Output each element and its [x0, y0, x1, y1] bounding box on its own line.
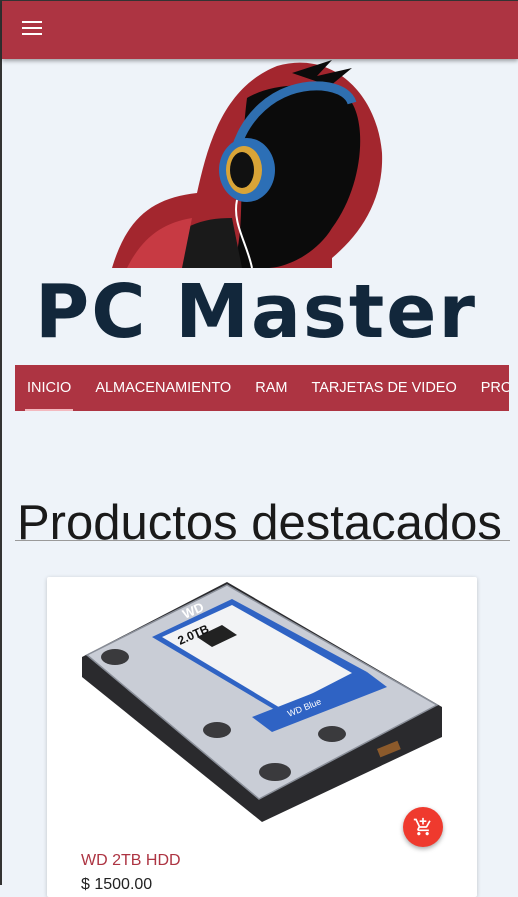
nav-tab-tarjetas-de-video[interactable]: TARJETAS DE VIDEO: [299, 365, 468, 411]
brand-name: PC Master: [35, 269, 477, 355]
add-shopping-cart-icon: [413, 817, 431, 836]
menu-icon-bar: [22, 27, 42, 29]
menu-button[interactable]: [22, 21, 44, 39]
product-image-hdd: WD 2.0TB WD Blue: [82, 582, 442, 822]
product-price: $ 1500.00: [81, 876, 153, 893]
app-bar: [2, 0, 518, 59]
category-navbar: INICIO ALMACENAMIENTO RAM TARJETAS DE VIDEO…: [15, 365, 509, 411]
section-title: Productos destacados: [17, 495, 502, 550]
product-card[interactable]: WD 2.0TB WD Blue WD 2TB HDD $ 1500.00: [47, 577, 477, 897]
nav-tab-inicio[interactable]: INICIO: [15, 365, 83, 411]
add-to-cart-button[interactable]: [403, 807, 443, 847]
brand-logo: PC Master: [32, 58, 475, 352]
menu-icon-bar: [22, 33, 42, 35]
nav-tab-almacenamiento[interactable]: ALMACENAMIENTO: [83, 365, 243, 411]
section-divider: [15, 540, 510, 541]
menu-icon-bar: [22, 21, 42, 23]
product-name[interactable]: WD 2TB HDD: [81, 852, 181, 870]
nav-tab-ram[interactable]: RAM: [243, 365, 299, 411]
hooded-gamer-logo-icon: [112, 60, 383, 268]
nav-tab-procesadores[interactable]: PROCESADORES: [469, 365, 509, 411]
